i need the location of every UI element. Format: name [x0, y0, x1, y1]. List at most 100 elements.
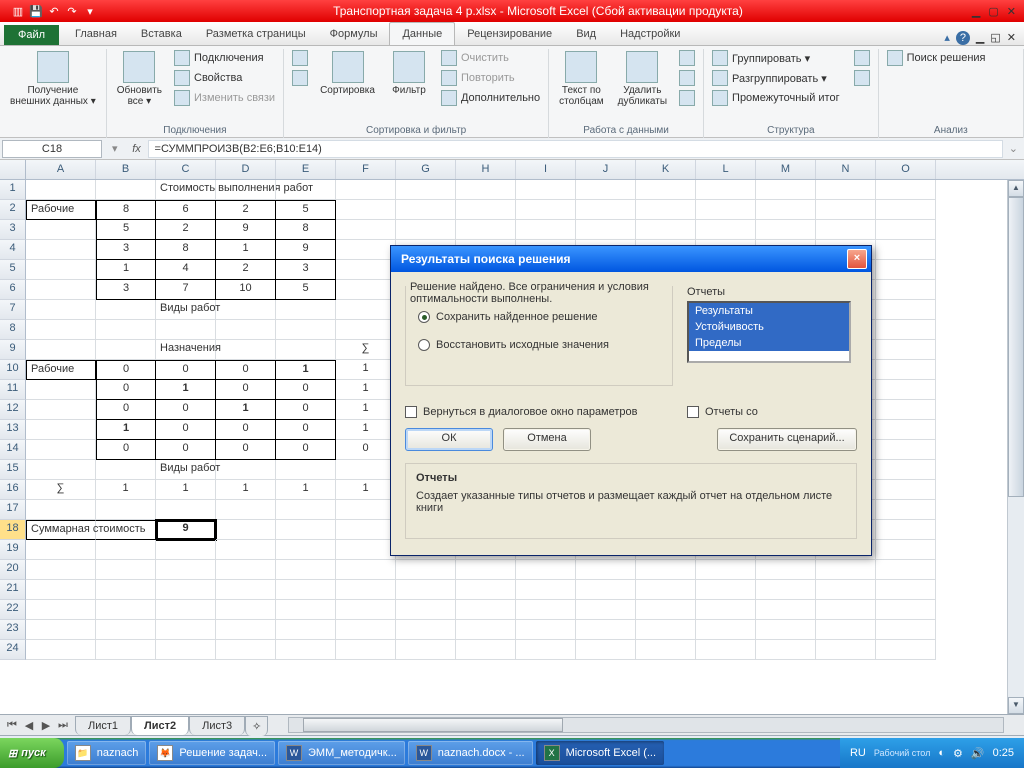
cell[interactable] [216, 180, 276, 200]
cell[interactable] [576, 620, 636, 640]
scroll-thumb[interactable] [1008, 197, 1024, 497]
cell[interactable]: 1 [276, 480, 336, 500]
cell[interactable]: 7 [156, 280, 216, 300]
column-header[interactable]: F [336, 160, 396, 179]
vertical-scrollbar[interactable]: ▲ ▼ [1007, 180, 1024, 714]
keep-solution-radio[interactable]: Сохранить найденное решение [418, 311, 660, 323]
cell[interactable] [396, 640, 456, 660]
cell[interactable] [96, 640, 156, 660]
cell[interactable] [26, 540, 96, 560]
group-button[interactable]: Группировать ▾ [710, 49, 842, 67]
cell[interactable]: 0 [276, 420, 336, 440]
cell[interactable] [216, 520, 276, 540]
tab-page-layout[interactable]: Разметка страницы [194, 23, 318, 45]
cell[interactable] [876, 200, 936, 220]
row-header[interactable]: 19 [0, 540, 26, 560]
row-header[interactable]: 20 [0, 560, 26, 580]
cell[interactable] [456, 560, 516, 580]
cell[interactable] [216, 620, 276, 640]
cell[interactable] [456, 180, 516, 200]
cell[interactable]: Стоимость выполнения работ [156, 180, 216, 200]
cell[interactable] [876, 640, 936, 660]
cell[interactable]: 8 [276, 220, 336, 240]
cell[interactable] [26, 580, 96, 600]
cell[interactable] [276, 320, 336, 340]
report-sensitivity[interactable]: Устойчивость [689, 319, 849, 335]
cell[interactable] [26, 440, 96, 460]
cell[interactable] [516, 560, 576, 580]
cell[interactable] [216, 460, 276, 480]
close-icon[interactable]: ✕ [1007, 5, 1016, 18]
cell[interactable] [26, 280, 96, 300]
cell[interactable] [636, 220, 696, 240]
cell[interactable] [26, 620, 96, 640]
cell[interactable] [576, 560, 636, 580]
cell[interactable] [516, 580, 576, 600]
column-header[interactable]: E [276, 160, 336, 179]
row-header[interactable]: 7 [0, 300, 26, 320]
outline-reports-checkbox[interactable]: Отчеты со [687, 406, 857, 418]
cell[interactable] [336, 220, 396, 240]
cell[interactable] [26, 560, 96, 580]
cell[interactable] [876, 400, 936, 420]
cell[interactable] [26, 640, 96, 660]
cell[interactable] [26, 240, 96, 260]
return-to-dialog-checkbox[interactable]: Вернуться в диалоговое окно параметров [405, 406, 673, 418]
cell[interactable] [276, 600, 336, 620]
cell[interactable] [96, 460, 156, 480]
row-header[interactable]: 8 [0, 320, 26, 340]
horizontal-scrollbar[interactable] [288, 717, 1004, 733]
cell[interactable] [516, 180, 576, 200]
cell[interactable] [636, 200, 696, 220]
cell[interactable] [26, 500, 96, 520]
column-header[interactable]: J [576, 160, 636, 179]
cell[interactable] [26, 420, 96, 440]
cell[interactable] [26, 340, 96, 360]
cell[interactable] [516, 640, 576, 660]
cell[interactable] [516, 600, 576, 620]
cell[interactable]: 0 [156, 420, 216, 440]
cell[interactable] [456, 620, 516, 640]
dialog-close-button[interactable]: × [847, 249, 867, 269]
cell[interactable]: 2 [156, 220, 216, 240]
cell[interactable] [276, 180, 336, 200]
connections-button[interactable]: Подключения [172, 49, 277, 67]
cell[interactable] [816, 560, 876, 580]
cell[interactable]: 1 [336, 420, 396, 440]
cell[interactable] [96, 320, 156, 340]
cell[interactable] [756, 620, 816, 640]
row-header[interactable]: 9 [0, 340, 26, 360]
cell[interactable] [516, 200, 576, 220]
column-header[interactable]: H [456, 160, 516, 179]
cell[interactable] [636, 640, 696, 660]
properties-button[interactable]: Свойства [172, 69, 277, 87]
minimize-ribbon-icon[interactable]: ▴ [944, 31, 950, 45]
cell[interactable] [396, 560, 456, 580]
hide-detail-button[interactable] [852, 69, 872, 87]
sheet-tab-2[interactable]: Лист2 [131, 716, 189, 735]
cell[interactable]: Назначения [156, 340, 216, 360]
cell[interactable]: 3 [276, 260, 336, 280]
cell[interactable]: 0 [96, 380, 156, 400]
tab-home[interactable]: Главная [63, 23, 129, 45]
cell[interactable] [336, 460, 396, 480]
cell[interactable] [876, 480, 936, 500]
cell[interactable] [396, 580, 456, 600]
cell[interactable]: Виды работ [156, 460, 216, 480]
save-icon[interactable]: 💾 [28, 3, 44, 19]
cell[interactable] [696, 600, 756, 620]
first-sheet-icon[interactable]: ⏮ [4, 719, 20, 732]
cell[interactable] [456, 600, 516, 620]
cell[interactable] [396, 220, 456, 240]
cell[interactable] [276, 640, 336, 660]
cell[interactable] [156, 580, 216, 600]
cell[interactable] [876, 440, 936, 460]
qat-dropdown-icon[interactable]: ▾ [82, 3, 98, 19]
cell[interactable] [216, 320, 276, 340]
prev-sheet-icon[interactable]: ◀ [21, 719, 37, 732]
dialog-titlebar[interactable]: Результаты поиска решения × [391, 246, 871, 272]
cell[interactable]: 0 [276, 440, 336, 460]
cell[interactable] [576, 600, 636, 620]
cell[interactable]: Суммарная стоимость [26, 520, 96, 540]
cell[interactable] [156, 320, 216, 340]
